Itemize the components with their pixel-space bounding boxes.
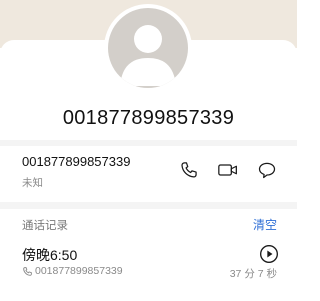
call-button[interactable] xyxy=(178,159,200,181)
play-icon xyxy=(260,245,278,263)
video-call-icon xyxy=(218,164,237,176)
call-log-title: 通话记录 xyxy=(22,220,68,232)
section-divider xyxy=(0,140,297,146)
avatar[interactable] xyxy=(104,4,192,92)
call-record-time: 傍晚6:50 xyxy=(22,247,78,263)
call-record-number-row: 001877899857339 xyxy=(22,265,123,277)
section-divider xyxy=(0,202,297,209)
video-call-button[interactable] xyxy=(217,159,239,181)
message-button[interactable] xyxy=(256,159,278,181)
clear-call-log-button[interactable]: 清空 xyxy=(253,216,277,233)
default-avatar-icon xyxy=(108,8,188,88)
call-record-number: 001877899857339 xyxy=(35,265,123,277)
play-recording-button[interactable] xyxy=(259,244,279,264)
call-record-duration: 37 分 7 秒 xyxy=(229,268,277,280)
phone-number[interactable]: 001877899857339 xyxy=(22,154,130,169)
incoming-call-icon xyxy=(23,266,32,276)
phone-icon xyxy=(181,162,197,178)
message-bubble-icon xyxy=(258,162,276,179)
number-location-label: 未知 xyxy=(22,177,43,189)
contact-name: 001877899857339 xyxy=(62,107,235,129)
